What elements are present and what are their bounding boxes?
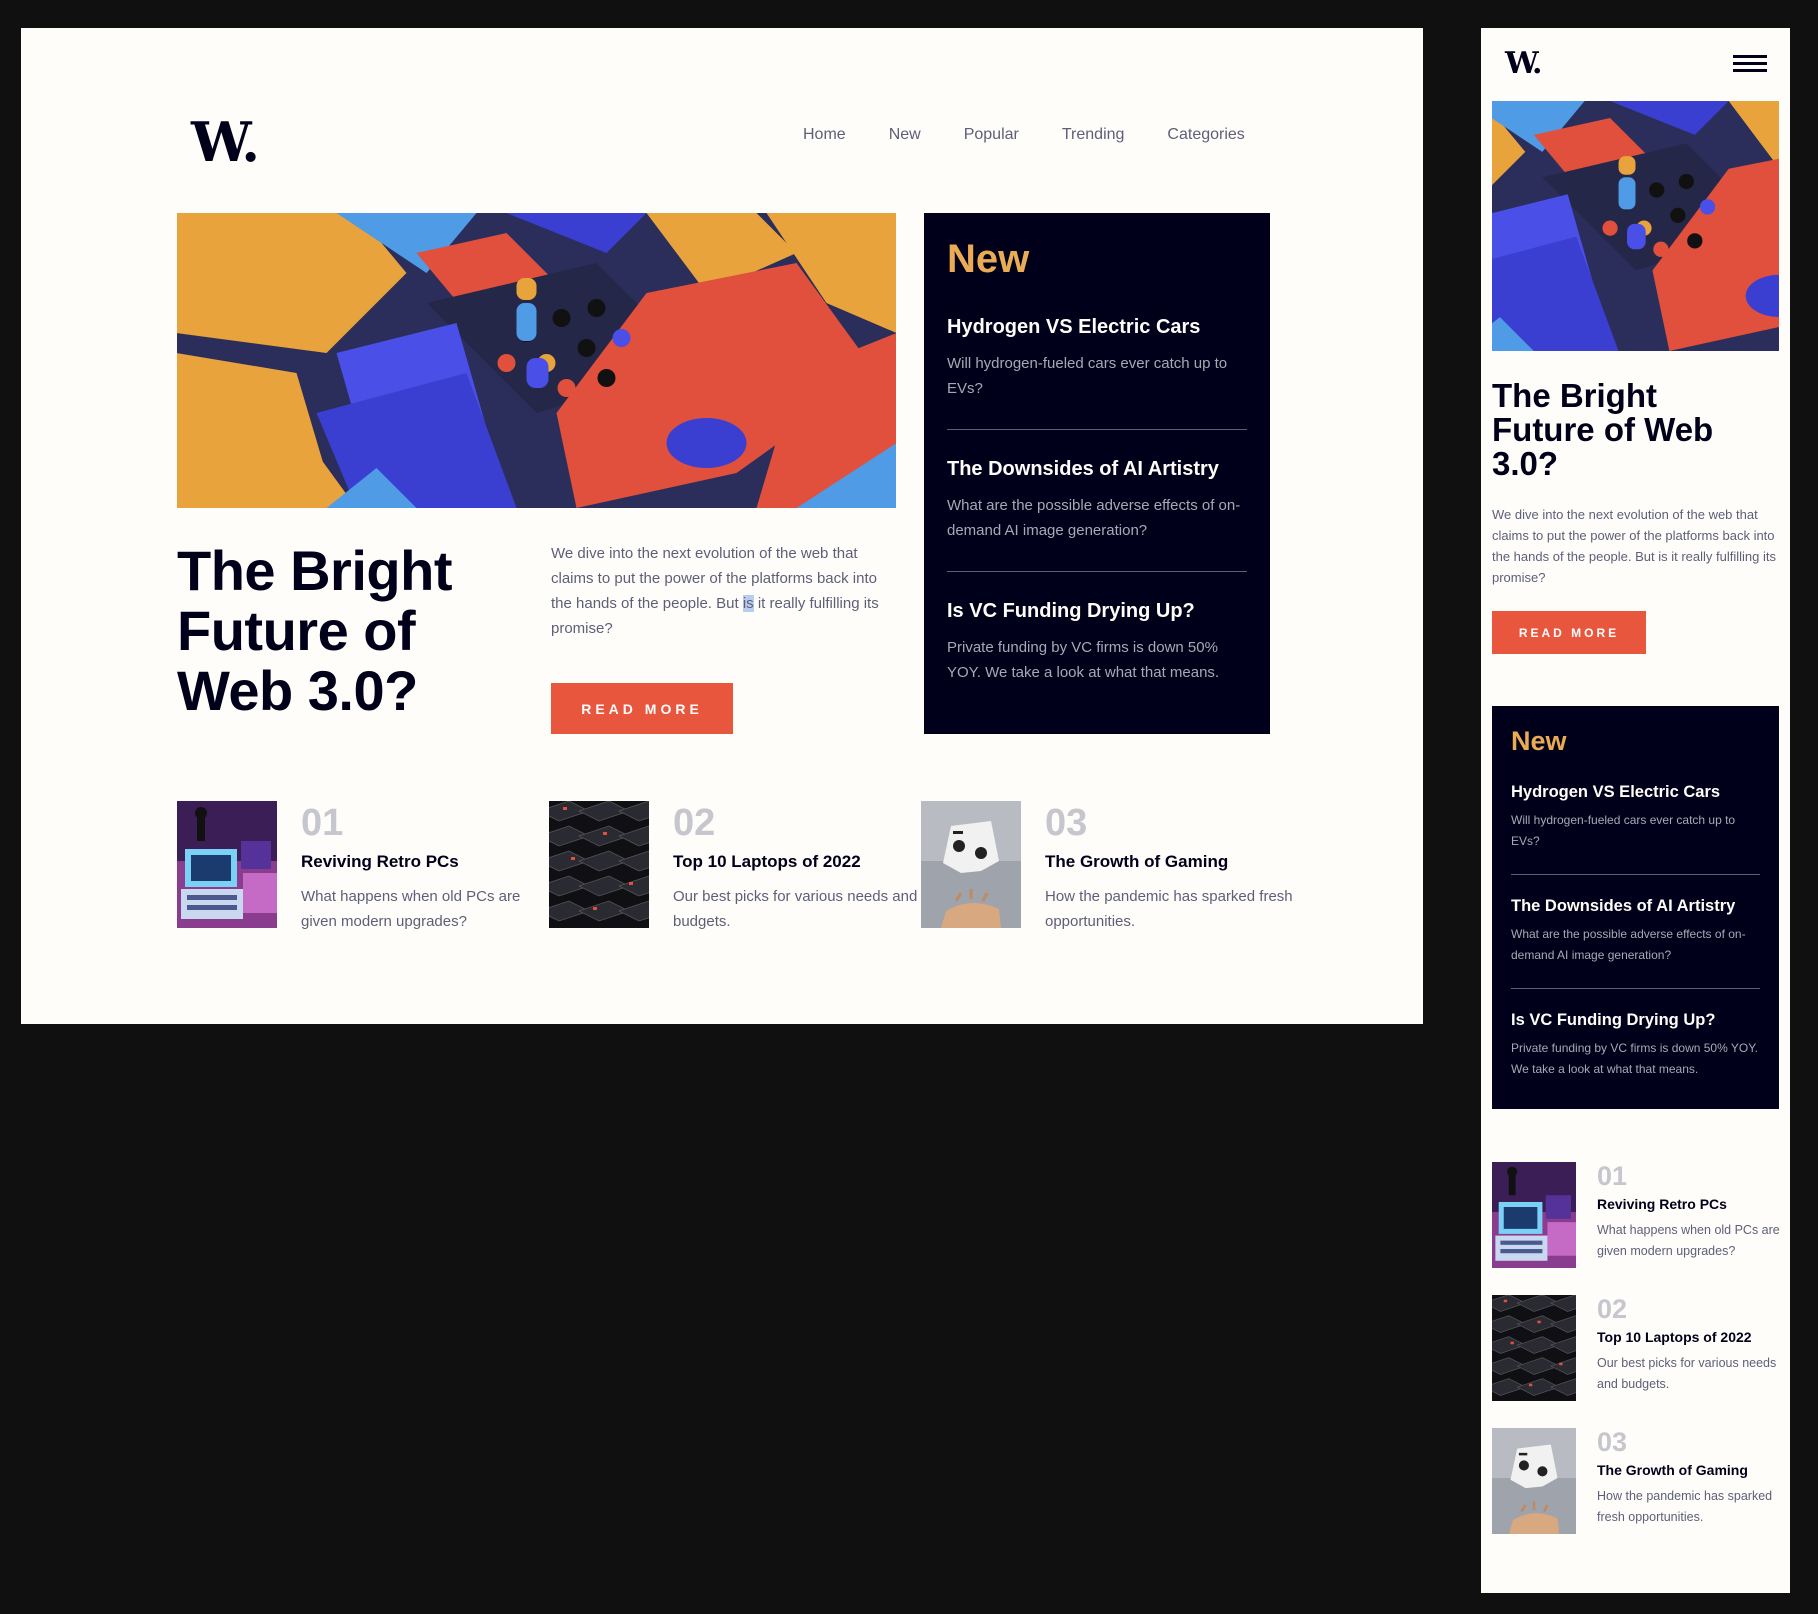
hero-title-line: Web 3.0? [177,659,418,722]
article-card: 02 Top 10 Laptops of 2022 Our best picks… [1492,1295,1790,1401]
keyboard-image [1492,1295,1576,1401]
hero-description: We dive into the next evolution of the w… [551,545,879,637]
new-item: Hydrogen VS Electric Cars Will hydrogen-… [947,316,1247,430]
new-item-text: Private funding by VC firms is down 50% … [1511,1041,1759,1076]
article-text: Our best picks for various needs and bud… [673,888,918,930]
article-card: 01 Reviving Retro PCs What happens when … [177,801,549,934]
new-item-title[interactable]: Hydrogen VS Electric Cars [947,316,1247,339]
mobile-layout: W. The Bright Future of Web 3.0? We dive… [1481,28,1790,1593]
article-title[interactable]: Reviving Retro PCs [301,852,549,872]
text-selection-highlight: is [742,595,754,612]
new-panel-heading: New [1511,726,1567,756]
article-title[interactable]: The Growth of Gaming [1597,1462,1790,1478]
hero-title-line: Future of Web [1492,411,1714,448]
new-item-title[interactable]: The Downsides of AI Artistry [947,458,1247,481]
new-item-text: What are the possible adverse effects of… [1511,927,1746,962]
article-card: 03 The Growth of Gaming How the pandemic… [1492,1428,1790,1534]
new-panel-heading: New [947,237,1030,281]
new-item-text: Will hydrogen-fueled cars ever catch up … [947,355,1228,397]
article-title[interactable]: Top 10 Laptops of 2022 [673,852,921,872]
article-number: 02 [1597,1294,1628,1324]
new-item: The Downsides of AI Artistry What are th… [947,458,1247,572]
new-item: The Downsides of AI Artistry What are th… [1511,897,1760,989]
new-item-text: Private funding by VC firms is down 50% … [947,639,1220,681]
nav-link-new[interactable]: New [889,126,921,144]
article-text: How the pandemic has sparked fresh oppor… [1597,1489,1773,1524]
nav-link-trending[interactable]: Trending [1062,126,1125,144]
new-articles-panel: New Hydrogen VS Electric Cars Will hydro… [924,213,1270,734]
hero-description: We dive into the next evolution of the w… [1492,507,1776,585]
gamepad-image [1492,1428,1576,1534]
article-number: 01 [1597,1161,1628,1191]
gamepad-image [921,801,1021,928]
article-text: How the pandemic has sparked fresh oppor… [1045,888,1293,930]
read-more-button[interactable]: READ MORE [1492,611,1646,654]
new-item-title[interactable]: Is VC Funding Drying Up? [947,600,1247,623]
hamburger-menu-icon[interactable] [1733,55,1767,73]
new-item-title[interactable]: Hydrogen VS Electric Cars [1511,783,1760,802]
article-title[interactable]: Reviving Retro PCs [1597,1196,1790,1212]
retro-pc-image [1492,1162,1576,1268]
hero-title-line: The Bright [177,539,452,602]
hero-title: The Bright Future of Web 3.0? [177,541,517,721]
article-number: 03 [1045,802,1088,844]
article-title[interactable]: Top 10 Laptops of 2022 [1597,1329,1790,1345]
hero-title-line: 3.0? [1492,445,1559,482]
article-cards: 01 Reviving Retro PCs What happens when … [1492,1162,1790,1561]
article-card: 01 Reviving Retro PCs What happens when … [1492,1162,1790,1268]
new-item: Hydrogen VS Electric Cars Will hydrogen-… [1511,783,1760,875]
article-cards: 01 Reviving Retro PCs What happens when … [177,801,1293,934]
article-number: 03 [1597,1427,1628,1457]
nav-link-popular[interactable]: Popular [964,126,1019,144]
article-text: Our best picks for various needs and bud… [1597,1356,1777,1391]
new-item-title[interactable]: Is VC Funding Drying Up? [1511,1011,1760,1030]
site-logo[interactable]: W. [191,110,260,174]
article-text: What happens when old PCs are given mode… [301,888,521,930]
article-text: What happens when old PCs are given mode… [1597,1223,1780,1258]
article-number: 01 [301,802,344,844]
article-number: 02 [673,802,716,844]
site-logo[interactable]: W. [1505,46,1542,81]
new-item-text: What are the possible adverse effects of… [947,497,1241,539]
nav-link-categories[interactable]: Categories [1167,126,1244,144]
keyboard-image [549,801,649,928]
main-nav: Home New Popular Trending Categories [803,126,1245,144]
new-item: Is VC Funding Drying Up? Private funding… [947,600,1247,713]
new-item-title[interactable]: The Downsides of AI Artistry [1511,897,1760,916]
article-card: 02 Top 10 Laptops of 2022 Our best picks… [549,801,921,934]
hero-image [177,213,896,508]
new-articles-panel: New Hydrogen VS Electric Cars Will hydro… [1492,706,1779,1109]
article-title[interactable]: The Growth of Gaming [1045,852,1293,872]
hero-title-line: The Bright [1492,377,1657,414]
new-item-text: Will hydrogen-fueled cars ever catch up … [1511,813,1736,848]
article-card: 03 The Growth of Gaming How the pandemic… [921,801,1293,934]
hero-title: The Bright Future of Web 3.0? [1492,379,1779,481]
hero-title-line: Future of [177,599,416,662]
desktop-layout: W. Home New Popular Trending Categories … [21,28,1423,1024]
retro-pc-image [177,801,277,928]
read-more-button[interactable]: READ MORE [551,683,733,734]
new-item: Is VC Funding Drying Up? Private funding… [1511,1011,1760,1102]
hero-image [1492,101,1779,351]
nav-link-home[interactable]: Home [803,126,846,144]
